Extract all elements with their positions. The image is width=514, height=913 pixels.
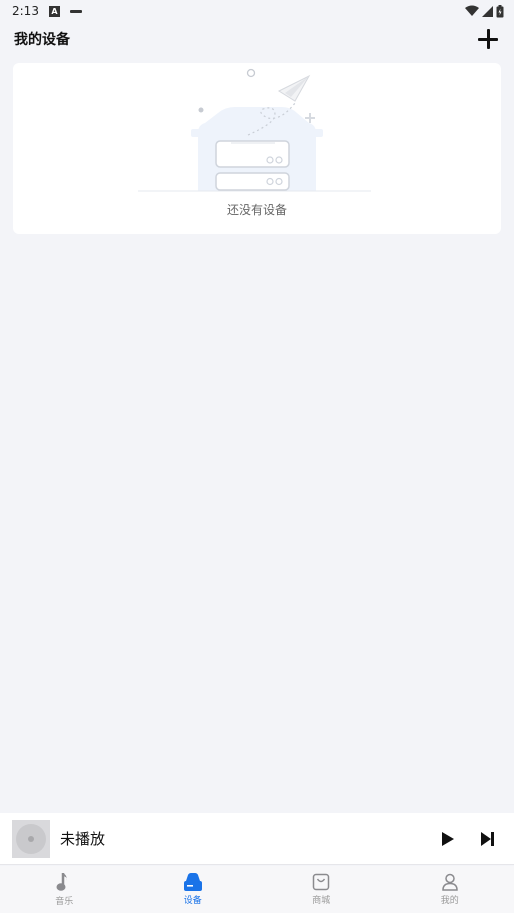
tab-label: 设备 (183, 896, 202, 906)
empty-devices-card: 还没有设备 (13, 63, 501, 234)
mini-player[interactable]: 未播放 (0, 813, 514, 865)
shopping-bag-icon (313, 873, 330, 891)
tab-label: 我的 (440, 896, 459, 906)
skip-next-icon (481, 831, 494, 846)
status-bar: 2:13 A (0, 0, 514, 22)
play-button[interactable] (434, 825, 462, 853)
album-cover[interactable] (12, 819, 50, 858)
minus-notification-icon (69, 9, 82, 13)
add-device-button[interactable] (476, 27, 500, 51)
disc-icon (16, 823, 46, 854)
play-icon (442, 831, 454, 846)
tab-shop[interactable]: 商城 (257, 866, 386, 913)
tab-label: 商城 (312, 896, 331, 906)
cellular-signal-icon (482, 5, 493, 17)
empty-state-message: 还没有设备 (226, 203, 287, 217)
music-note-icon (56, 873, 67, 891)
a-badge-icon: A (48, 5, 60, 17)
status-right (465, 4, 504, 18)
battery-icon (496, 4, 504, 17)
device-icon (183, 873, 202, 891)
person-icon (441, 873, 458, 891)
track-title[interactable]: 未播放 (60, 828, 434, 849)
disc-center (28, 835, 34, 842)
status-time: 2:13 (12, 4, 39, 18)
wifi-icon (465, 5, 479, 16)
next-track-button[interactable] (474, 825, 502, 853)
header: 我的设备 (0, 24, 514, 54)
bottom-tab-bar: 音乐 设备 商城 我的 (0, 866, 514, 913)
tab-label: 音乐 (55, 897, 74, 907)
page-title: 我的设备 (14, 32, 70, 48)
status-left: 2:13 A (12, 4, 82, 18)
tab-profile[interactable]: 我的 (386, 866, 514, 913)
empty-devices-illustration (138, 68, 371, 192)
tab-music[interactable]: 音乐 (0, 866, 129, 913)
tab-devices[interactable]: 设备 (129, 866, 258, 913)
